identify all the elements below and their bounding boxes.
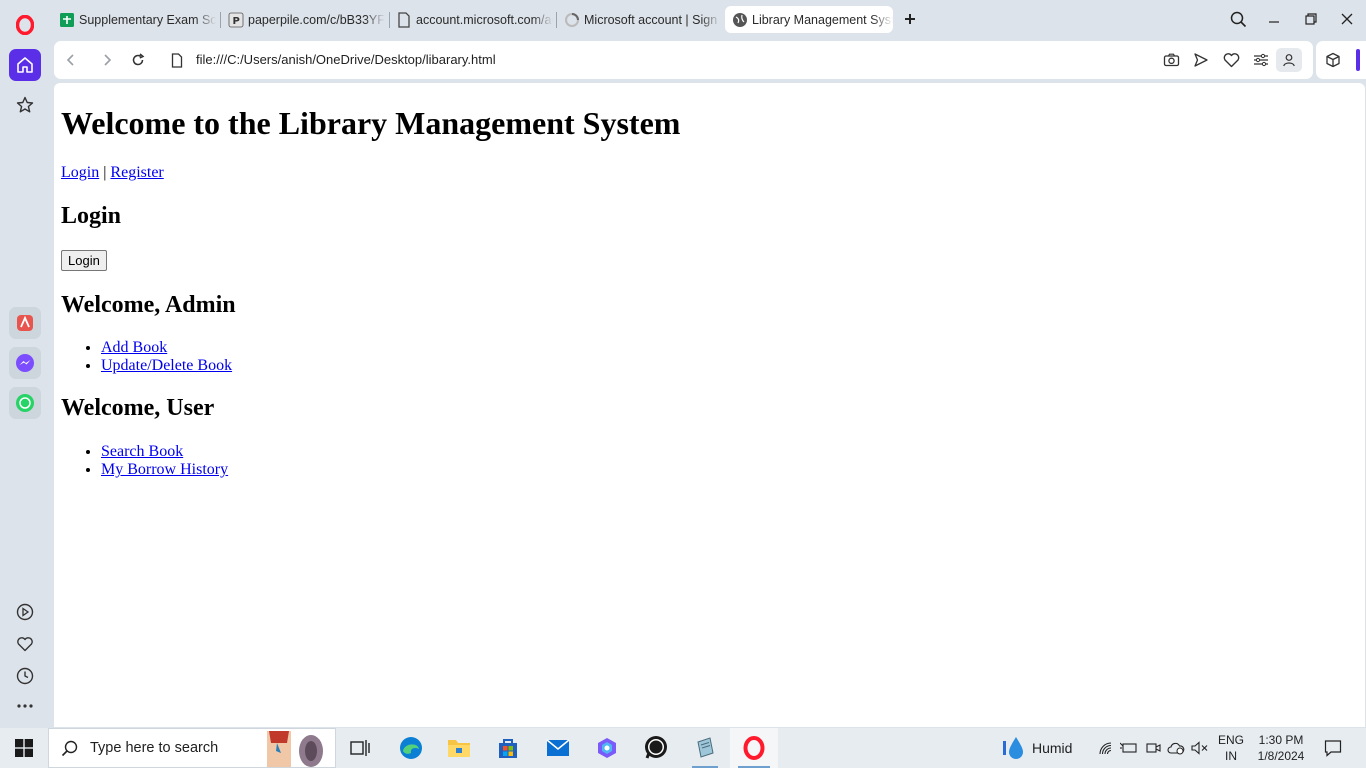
list-item: My Borrow History bbox=[101, 461, 1358, 479]
battery-icon[interactable] bbox=[1120, 728, 1138, 768]
svg-text:P: P bbox=[233, 16, 240, 27]
language-label[interactable]: ENG bbox=[1214, 733, 1248, 747]
favorites-heart-icon[interactable] bbox=[9, 628, 41, 660]
clock-date[interactable]: 1/8/2024 bbox=[1252, 749, 1310, 763]
loading-icon bbox=[564, 12, 580, 28]
page-title: Welcome to the Library Management System bbox=[61, 105, 681, 141]
back-arrow-icon[interactable] bbox=[62, 51, 80, 69]
admin-links-list: Add Book Update/Delete Book bbox=[61, 339, 1358, 375]
tab-strip: Supplementary Exam Sche P paperpile.com/… bbox=[50, 0, 1366, 38]
region-label[interactable]: IN bbox=[1214, 749, 1248, 763]
paperpile-icon: P bbox=[228, 12, 244, 28]
tab-title: Library Management Syste bbox=[752, 12, 893, 27]
more-dots-icon[interactable] bbox=[9, 690, 41, 722]
reload-icon[interactable] bbox=[129, 51, 147, 69]
tab-account-microsoft[interactable]: account.microsoft.com/ac bbox=[389, 6, 553, 33]
clock-time[interactable]: 1:30 PM bbox=[1252, 733, 1310, 747]
page-content: Welcome to the Library Management System… bbox=[54, 83, 1365, 727]
minimize-icon[interactable] bbox=[1264, 9, 1284, 29]
user-heading: Welcome, User bbox=[61, 395, 215, 421]
accent-indicator bbox=[1356, 49, 1360, 71]
notepad-icon[interactable] bbox=[684, 728, 726, 768]
update-delete-book-link[interactable]: Update/Delete Book bbox=[101, 357, 232, 374]
snapshot-camera-icon[interactable] bbox=[1162, 51, 1180, 69]
opera-sidebar bbox=[0, 0, 50, 728]
weather-humid-icon[interactable] bbox=[996, 728, 1030, 768]
history-clock-icon[interactable] bbox=[9, 660, 41, 692]
messenger-icon[interactable] bbox=[9, 347, 41, 379]
search-highlight-icon bbox=[265, 729, 329, 768]
globe-icon bbox=[732, 12, 748, 28]
opera-logo-icon[interactable] bbox=[9, 9, 41, 41]
auth-links: Login | Register bbox=[61, 163, 1358, 182]
file-explorer-icon[interactable] bbox=[438, 728, 480, 768]
bookmark-heart-icon[interactable] bbox=[1222, 51, 1240, 69]
tab-title: account.microsoft.com/ac bbox=[416, 12, 553, 27]
document-icon bbox=[396, 11, 412, 28]
task-view-icon[interactable] bbox=[340, 728, 380, 768]
network-icon[interactable] bbox=[1097, 728, 1115, 768]
add-book-link[interactable]: Add Book bbox=[101, 339, 167, 356]
profile-avatar-icon[interactable] bbox=[1276, 48, 1302, 72]
login-heading: Login bbox=[61, 203, 122, 229]
forward-arrow-icon[interactable] bbox=[98, 51, 116, 69]
send-flow-icon[interactable] bbox=[1192, 51, 1210, 69]
address-bar-panel: file:///C:/Users/anish/OneDrive/Desktop/… bbox=[54, 41, 1313, 79]
link-separator: | bbox=[103, 164, 107, 181]
file-page-icon bbox=[168, 51, 186, 69]
tab-title: Supplementary Exam Sche bbox=[79, 12, 216, 27]
whatsapp-icon[interactable] bbox=[9, 387, 41, 419]
borrow-history-link[interactable]: My Borrow History bbox=[101, 461, 228, 478]
pinboard-star-icon[interactable] bbox=[9, 89, 41, 121]
copilot-icon[interactable] bbox=[586, 728, 628, 768]
user-links-list: Search Book My Borrow History bbox=[61, 443, 1358, 479]
volume-muted-icon[interactable] bbox=[1190, 728, 1210, 768]
login-link[interactable]: Login bbox=[61, 164, 99, 181]
opera-taskbar-icon[interactable] bbox=[730, 728, 778, 768]
player-icon[interactable] bbox=[9, 596, 41, 628]
onedrive-sync-icon[interactable] bbox=[1166, 728, 1186, 768]
login-button[interactable]: Login bbox=[61, 250, 107, 271]
tab-library-management-active[interactable]: Library Management Syste bbox=[725, 6, 893, 33]
extensions-panel bbox=[1316, 41, 1366, 79]
aria-ai-icon[interactable] bbox=[9, 307, 41, 339]
restore-window-icon[interactable] bbox=[1301, 9, 1321, 29]
sheets-icon bbox=[59, 12, 75, 28]
tab-supplementary-exam[interactable]: Supplementary Exam Sche bbox=[52, 6, 216, 33]
notifications-icon[interactable] bbox=[1318, 728, 1348, 768]
search-book-link[interactable]: Search Book bbox=[101, 443, 183, 460]
list-item: Update/Delete Book bbox=[101, 357, 1358, 375]
admin-heading: Welcome, Admin bbox=[61, 292, 236, 318]
mail-icon[interactable] bbox=[537, 728, 579, 768]
tab-paperpile[interactable]: P paperpile.com/c/bB33YF/ bbox=[221, 6, 385, 33]
search-placeholder: Type here to search bbox=[90, 740, 219, 756]
list-item: Add Book bbox=[101, 339, 1358, 357]
edge-browser-icon[interactable] bbox=[390, 728, 432, 768]
microsoft-store-icon[interactable] bbox=[487, 728, 529, 768]
list-item: Search Book bbox=[101, 443, 1358, 461]
extensions-cube-icon[interactable] bbox=[1324, 51, 1342, 69]
whatsapp-taskbar-icon[interactable] bbox=[635, 728, 677, 768]
weather-label[interactable]: Humid bbox=[1032, 740, 1072, 756]
tab-microsoft-signin[interactable]: Microsoft account | Sign I bbox=[557, 6, 721, 33]
register-link[interactable]: Register bbox=[110, 164, 163, 181]
search-icon bbox=[61, 740, 78, 757]
close-window-icon[interactable] bbox=[1337, 9, 1357, 29]
address-url[interactable]: file:///C:/Users/anish/OneDrive/Desktop/… bbox=[196, 52, 496, 67]
new-tab-plus-icon[interactable] bbox=[900, 9, 920, 29]
home-icon[interactable] bbox=[9, 49, 41, 81]
tab-title: paperpile.com/c/bB33YF/ bbox=[248, 12, 385, 27]
taskbar-search-box[interactable]: Type here to search bbox=[48, 728, 336, 768]
taskbar: Type here to search Humid ENG IN 1:30 PM… bbox=[0, 728, 1366, 768]
meet-now-icon[interactable] bbox=[1144, 728, 1162, 768]
tab-search-icon[interactable] bbox=[1228, 9, 1248, 29]
easy-setup-icon[interactable] bbox=[1252, 51, 1270, 69]
windows-start-icon[interactable] bbox=[0, 728, 48, 768]
tab-title: Microsoft account | Sign I bbox=[584, 12, 721, 27]
